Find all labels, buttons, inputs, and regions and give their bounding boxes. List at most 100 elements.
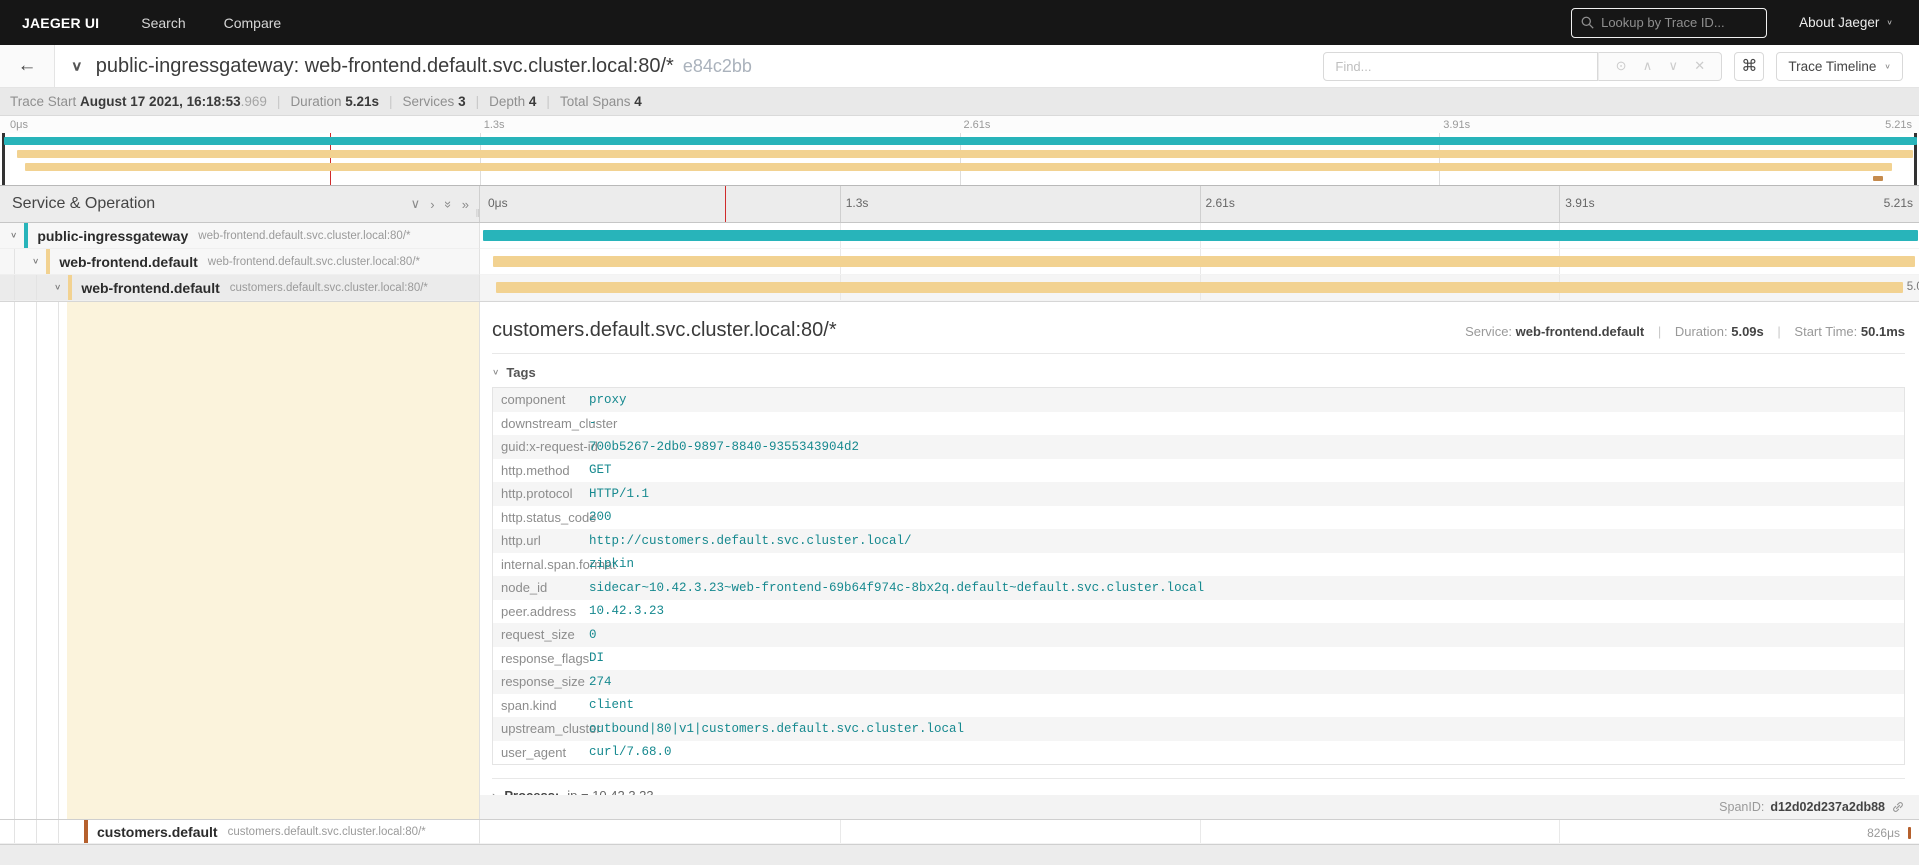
clear-find-icon[interactable]: ✕ [1694, 58, 1705, 74]
collapse-one-icon[interactable]: ∨ [411, 196, 421, 212]
span-rows: ∨ public-ingressgateway web-frontend.def… [0, 223, 1919, 845]
span-duration-label: 826μs [1867, 826, 1900, 840]
tag-row: response_size 274 [493, 670, 1904, 694]
tag-key: internal.span.format [501, 556, 616, 572]
gridline [1199, 820, 1201, 843]
chevron-down-icon[interactable]: ∨ [32, 257, 39, 266]
tag-key: node_id [501, 580, 548, 596]
span-detail-gutter [0, 302, 480, 819]
indent-guide [36, 275, 37, 300]
service-name: web-frontend.default [59, 253, 198, 270]
span-duration-bar[interactable] [482, 230, 1918, 241]
collapse-all-icon[interactable]: » [441, 200, 456, 207]
trace-id-lookup-input[interactable]: Lookup by Trace ID... [1571, 7, 1768, 38]
tag-row: http.protocol HTTP/1.1 [493, 482, 1904, 506]
minimap-scrubber-canvas[interactable] [0, 133, 1919, 186]
minimap-tick-2: 2.61s [963, 119, 991, 131]
service-name: public-ingressgateway [37, 227, 189, 244]
tag-value: HTTP/1.1 [589, 486, 650, 501]
span-bar-track[interactable] [480, 223, 1919, 249]
expand-one-icon[interactable]: › [430, 197, 434, 212]
nav-item-compare[interactable]: Compare [224, 15, 282, 31]
span-duration-bar[interactable] [492, 256, 1915, 267]
tag-value: client [589, 698, 635, 713]
span-id-strip: SpanID: d12d02d237a2db88 [480, 795, 1919, 819]
span-id-label: SpanID: [1719, 800, 1765, 814]
operation-name: web-frontend.default.svc.cluster.local:8… [207, 255, 420, 268]
trace-summary-bar: Trace Start August 17 2021, 16:18:53.969… [0, 88, 1919, 116]
service-operation-title: Service & Operation [12, 195, 156, 212]
span-row-public-ingressgateway[interactable]: ∨ public-ingressgateway web-frontend.def… [0, 223, 1919, 249]
find-controls: ⊙ ∧ ∨ ✕ [1598, 51, 1723, 81]
nav-item-search[interactable]: Search [141, 15, 185, 31]
collapse-trace-chevron-icon[interactable]: ∨ [71, 58, 83, 75]
trace-view-selector[interactable]: Trace Timeline ∨ [1776, 51, 1903, 81]
tag-value: 200 [589, 510, 612, 525]
span-duration-bar[interactable] [495, 282, 1904, 293]
trace-header: ← ∨ public-ingressgateway: web-frontend.… [0, 45, 1919, 88]
about-jaeger-menu[interactable]: About Jaeger ∨ [1799, 15, 1893, 30]
tag-key: span.kind [501, 697, 557, 713]
tag-value: http://customers.default.svc.cluster.loc… [589, 533, 912, 548]
tag-value: - [589, 416, 597, 431]
keyboard-shortcuts-button[interactable]: ⌘ [1734, 51, 1765, 81]
chevron-down-icon[interactable]: ∨ [10, 231, 17, 240]
tag-key: http.protocol [501, 486, 573, 502]
minimap-span-bar [3, 137, 1918, 145]
chevron-down-icon: ∨ [1884, 61, 1891, 70]
summary-item: Total Spans 4 [559, 94, 642, 109]
span-duration-bar[interactable] [1908, 827, 1911, 839]
focus-match-icon[interactable]: ⊙ [1616, 58, 1627, 74]
chevron-down-icon: ∨ [492, 368, 500, 377]
span-detail-panel: customers.default.svc.cluster.local:80/*… [480, 302, 1919, 819]
find-input[interactable]: Find... [1323, 51, 1599, 81]
tag-value: sidecar~10.42.3.23~web-frontend-69b64f97… [589, 580, 1205, 595]
back-button[interactable]: ← [0, 45, 55, 87]
span-duration-label: 5.09s [1906, 281, 1919, 293]
indent-guide [14, 275, 15, 300]
tag-row: response_flags DI [493, 646, 1904, 670]
command-icon: ⌘ [1741, 58, 1758, 75]
prev-match-icon[interactable]: ∧ [1643, 58, 1653, 74]
axis-tick-3: 3.91s [1565, 196, 1595, 210]
span-bar-track[interactable]: 5.09s [480, 275, 1919, 301]
indent-guide [14, 302, 15, 819]
tag-value: GET [589, 463, 612, 478]
span-row-web-frontend-client[interactable]: ∨ web-frontend.default customers.default… [0, 275, 1919, 301]
service-operation-header: Service & Operation ∨ › » » ‖ [0, 186, 480, 222]
timeline-axis-header: 0μs 1.3s 2.61s 3.91s 5.21s [480, 186, 1919, 222]
span-detail-row: customers.default.svc.cluster.local:80/*… [0, 301, 1919, 819]
gridline [1559, 820, 1561, 843]
summary-item: Depth 4 [489, 94, 537, 109]
app-brand[interactable]: JAEGER UI [22, 15, 99, 31]
tag-row: internal.span.format zipkin [493, 552, 1904, 576]
span-bar-track[interactable]: 826μs [480, 820, 1919, 844]
tag-value: proxy [589, 392, 627, 407]
tag-key: peer.address [501, 603, 577, 619]
minimap-span-bar [24, 163, 1893, 171]
tag-value: 274 [589, 674, 612, 689]
minimap-span-bar [17, 150, 1914, 158]
about-jaeger-label: About Jaeger [1799, 15, 1880, 30]
span-bar-track[interactable] [480, 249, 1919, 275]
tag-row: upstream_cluster outbound|80|v1|customer… [493, 717, 1904, 741]
find-placeholder: Find... [1335, 58, 1372, 74]
tag-row: http.method GET [493, 458, 1904, 482]
tag-value: 0 [589, 627, 597, 642]
tag-key: http.status_code [501, 509, 597, 525]
gridline [1559, 186, 1561, 222]
service-color-bar [84, 820, 88, 843]
tag-row: request_size 0 [493, 623, 1904, 647]
span-row-customers-default[interactable]: customers.default customers.default.svc.… [0, 819, 1919, 845]
expand-all-icon[interactable]: » [462, 197, 469, 212]
next-match-icon[interactable]: ∨ [1668, 58, 1678, 74]
service-name: customers.default [97, 823, 218, 840]
span-row-web-frontend[interactable]: ∨ web-frontend.default web-frontend.defa… [0, 249, 1919, 275]
tags-section-toggle[interactable]: ∨ Tags [492, 365, 1905, 380]
chevron-down-icon[interactable]: ∨ [54, 283, 61, 292]
tag-key: user_agent [501, 744, 567, 760]
copy-link-icon[interactable] [1891, 800, 1905, 814]
tag-key: response_flags [501, 650, 590, 666]
minimap-tick-1: 1.3s [483, 119, 505, 131]
tag-value: 700b5267-2db0-9897-8840-9355343904d2 [589, 439, 860, 454]
